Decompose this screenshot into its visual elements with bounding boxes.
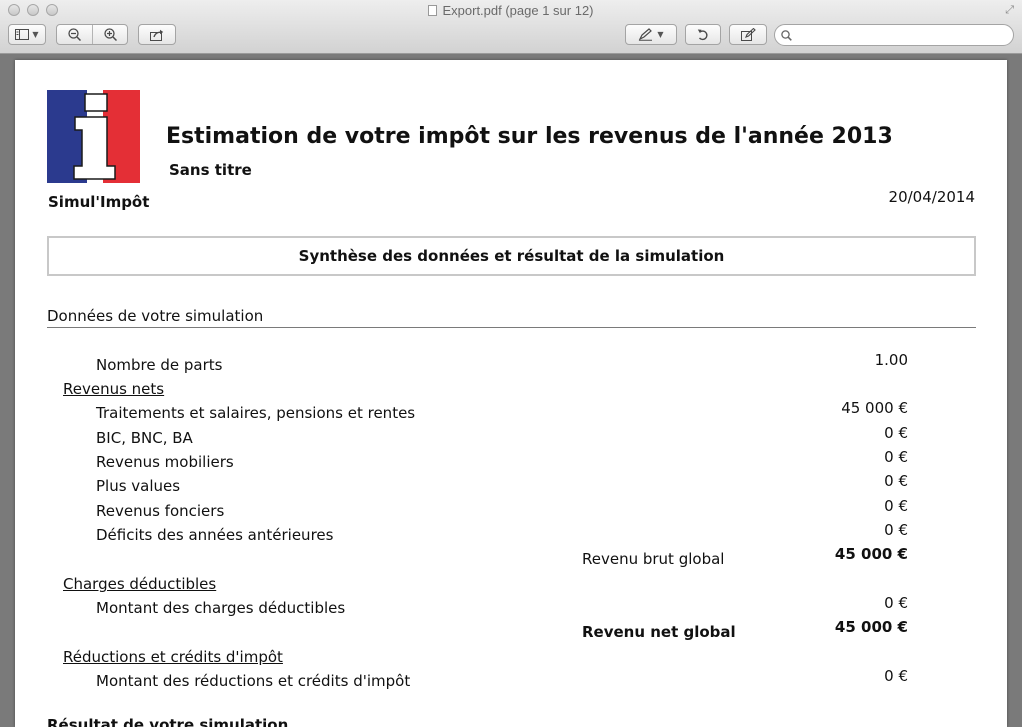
view-menu-group: ▼ [8, 24, 46, 45]
category-charges-deductibles: Charges déductibles [63, 575, 217, 593]
chevron-down-icon: ▼ [32, 30, 39, 39]
document-subtitle: Sans titre [169, 161, 252, 179]
chevron-down-icon: ▼ [657, 30, 664, 39]
bic-label: BIC, BNC, BA [96, 429, 193, 447]
category-revenus-nets: Revenus nets [63, 380, 165, 398]
parts-label: Nombre de parts [96, 356, 223, 374]
salaires-label: Traitements et salaires, pensions et ren… [96, 404, 416, 422]
edit-toolbox-icon [740, 28, 756, 41]
simulimpot-logo [47, 90, 140, 183]
reductions-value: 0 € [884, 667, 908, 685]
sidebar-view-button[interactable]: ▼ [9, 25, 45, 44]
search-icon [781, 29, 792, 41]
sidebar-icon [15, 29, 30, 40]
deficits-label: Déficits des années antérieures [96, 526, 334, 544]
salaires-value: 45 000 € [841, 399, 908, 417]
pen-icon [639, 28, 653, 41]
bic-value: 0 € [884, 424, 908, 442]
plus-values-value: 0 € [884, 472, 908, 490]
category-reductions-credits: Réductions et crédits d'impôt [63, 648, 283, 666]
rotate-group [685, 24, 721, 45]
pdf-document-icon [428, 5, 438, 16]
zoom-out-button[interactable] [57, 25, 92, 44]
zoom-out-icon [68, 28, 81, 41]
rotate-icon [697, 29, 708, 41]
fullscreen-icon[interactable]: ⤢ [1005, 4, 1014, 16]
revenu-brut-label: Revenu brut global [582, 550, 725, 568]
edit-toolbox-group [729, 24, 767, 45]
search-field[interactable] [774, 24, 1014, 46]
annotate-button[interactable]: ▼ [626, 25, 676, 44]
plus-values-label: Plus values [96, 477, 181, 495]
zoom-in-button[interactable] [92, 25, 127, 44]
info-i-icon [73, 93, 116, 180]
zoom-group [56, 24, 128, 45]
revenu-net-value: 45 000 € [834, 618, 908, 636]
window-title: Export.pdf (page 1 sur 12) [0, 3, 1022, 19]
fonciers-value: 0 € [884, 497, 908, 515]
share-group [138, 24, 176, 45]
summary-section-title: Synthèse des données et résultat de la s… [47, 236, 976, 276]
fonciers-label: Revenus fonciers [96, 502, 225, 520]
zoom-in-icon [103, 28, 117, 41]
parts-value: 1.00 [874, 351, 908, 369]
mobiliers-value: 0 € [884, 448, 908, 466]
data-section-heading: Données de votre simulation [47, 307, 976, 328]
charges-value: 0 € [884, 594, 908, 612]
rotate-button[interactable] [686, 25, 720, 44]
charges-label: Montant des charges déductibles [96, 599, 346, 617]
result-section-heading: Résultat de votre simulation [47, 716, 289, 727]
revenu-brut-value: 45 000 € [834, 545, 908, 563]
annotate-group: ▼ [625, 24, 677, 45]
edit-toolbox-button[interactable] [730, 25, 766, 44]
reductions-label: Montant des réductions et crédits d'impô… [96, 672, 411, 690]
share-button[interactable] [139, 25, 175, 44]
document-date: 20/04/2014 [888, 188, 975, 206]
share-icon [150, 29, 164, 41]
document-title: Estimation de votre impôt sur les revenu… [166, 124, 893, 149]
revenu-net-label: Revenu net global [582, 623, 736, 641]
mobiliers-label: Revenus mobiliers [96, 453, 234, 471]
deficits-value: 0 € [884, 521, 908, 539]
window-titlebar: Export.pdf (page 1 sur 12) ⤢ ▼ ▼ [0, 0, 1022, 54]
pdf-page: Estimation de votre impôt sur les revenu… [15, 60, 1007, 727]
search-input[interactable] [796, 26, 996, 44]
brand-name: Simul'Impôt [48, 193, 150, 211]
